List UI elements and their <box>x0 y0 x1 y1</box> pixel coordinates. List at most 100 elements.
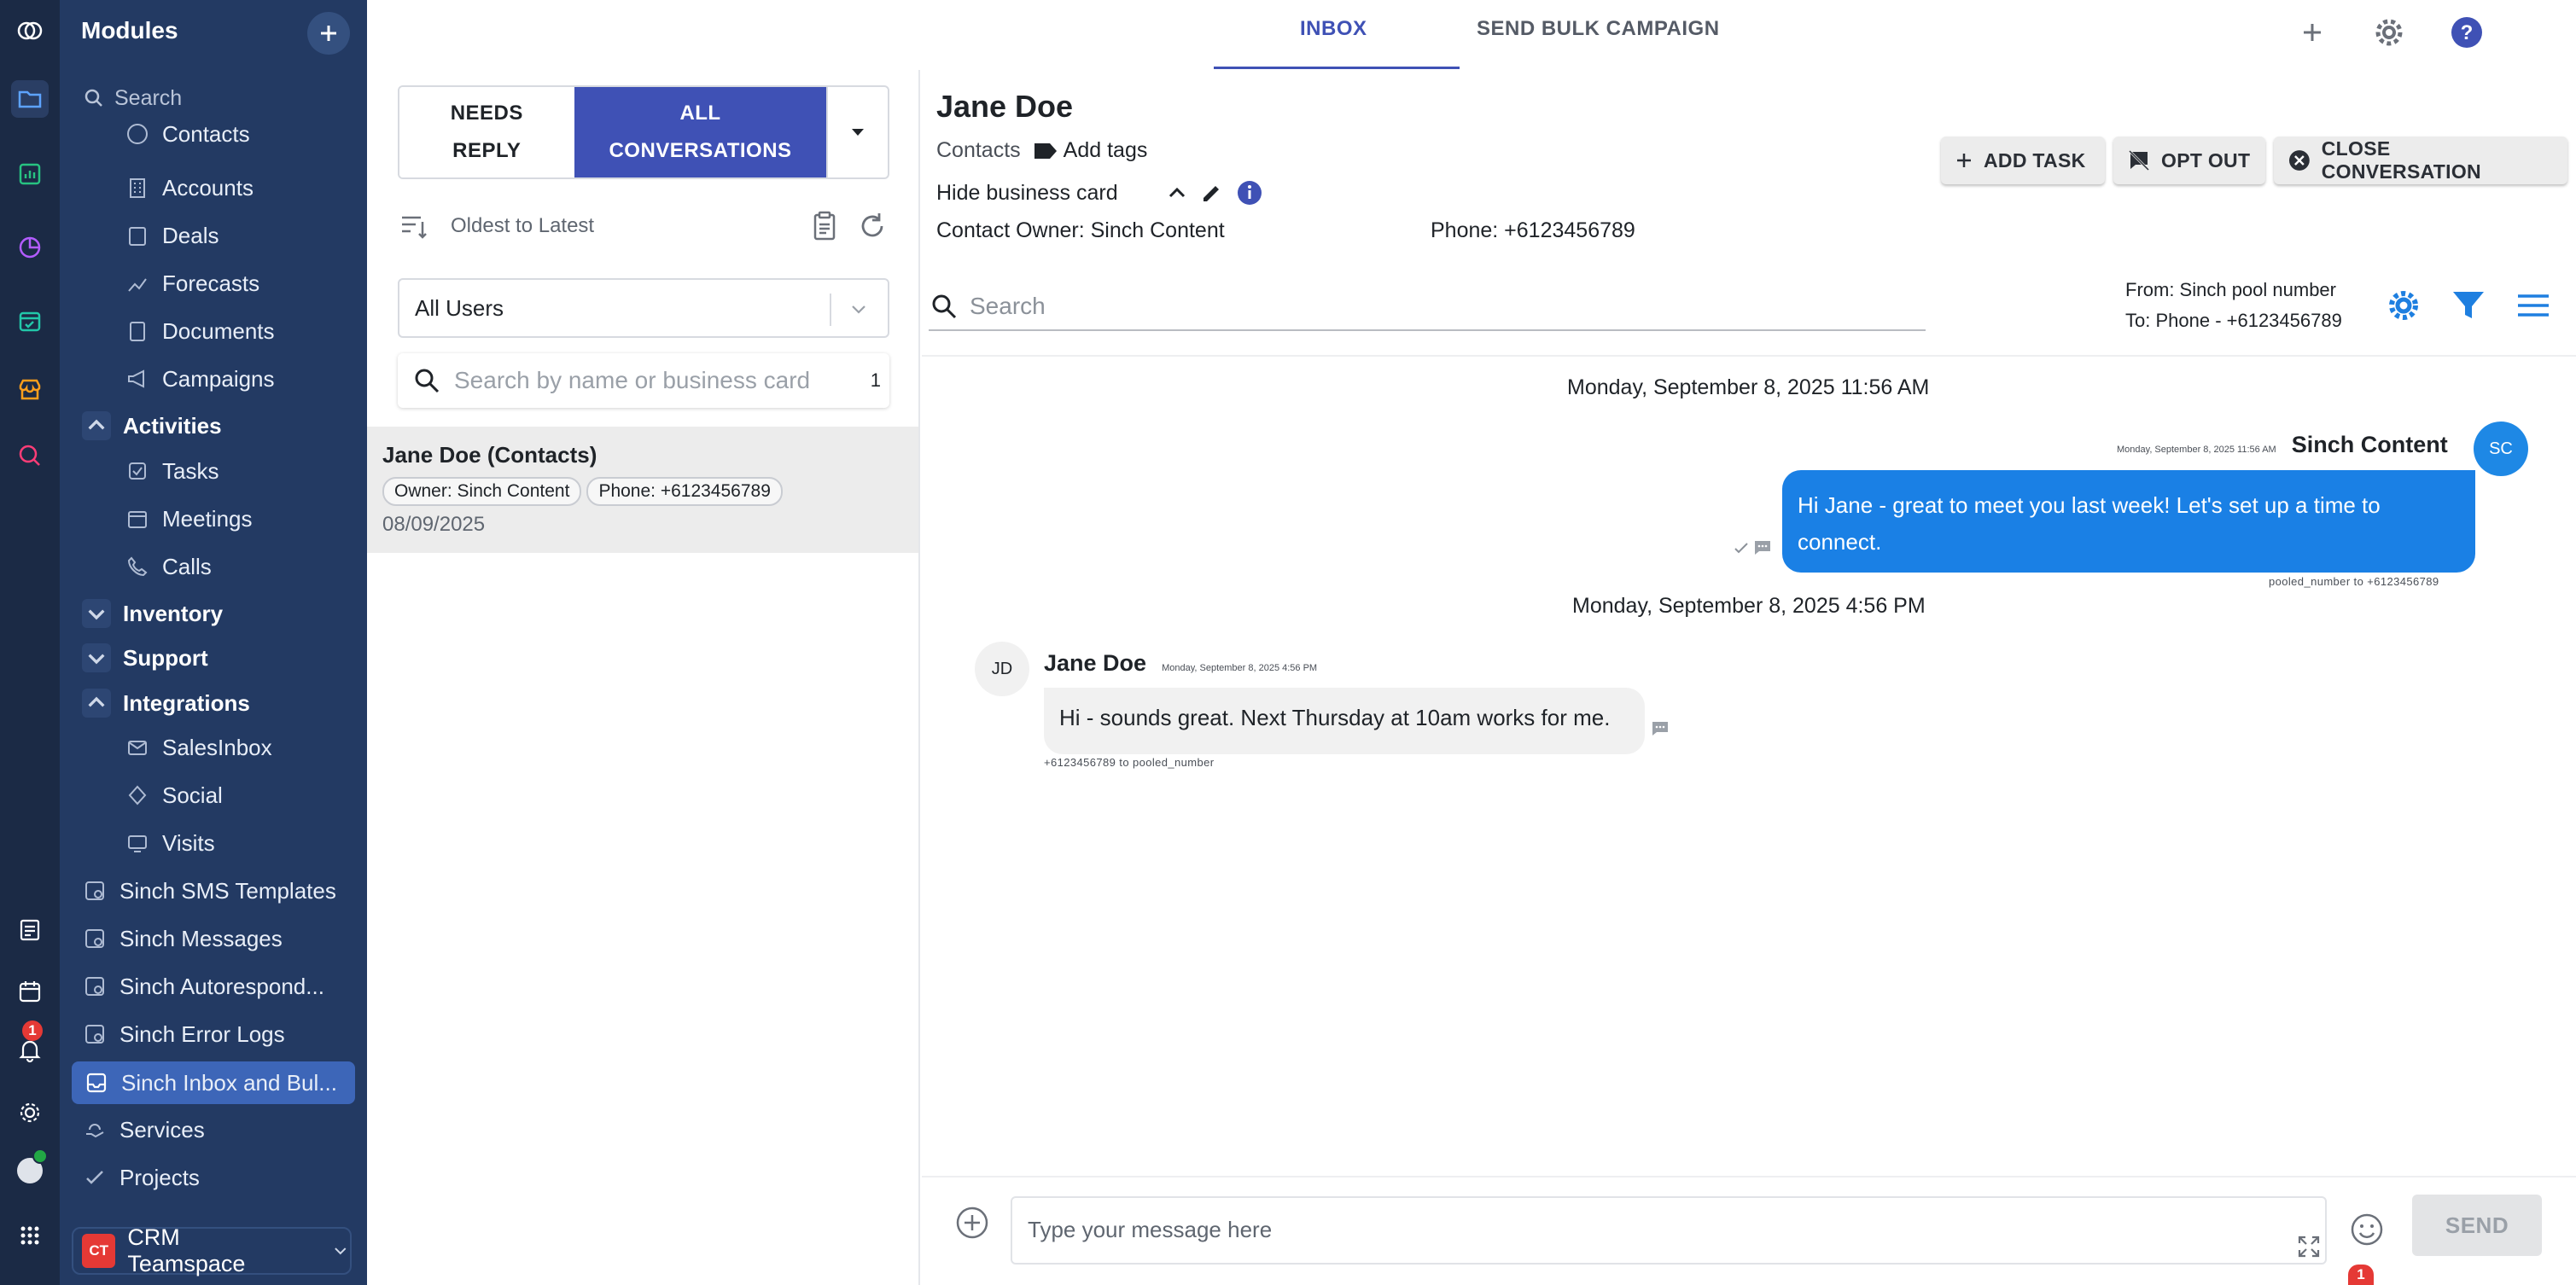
chevron-down-icon <box>335 1247 347 1255</box>
result-count: 1 <box>870 369 881 391</box>
contact-owner: Contact Owner: Sinch Content <box>936 218 1225 242</box>
sidebar-section-support[interactable]: Support <box>82 637 208 679</box>
close-conversation-label: CLOSE CONVERSATION <box>2321 137 2481 183</box>
add-task-button[interactable]: ADD TASK <box>1941 137 2105 184</box>
app-grid-icon[interactable] <box>11 1217 49 1254</box>
app-logo-icon[interactable] <box>11 12 49 49</box>
clipboard-icon[interactable] <box>807 209 842 243</box>
list-item[interactable]: Jane Doe (Contacts) Owner: Sinch Content… <box>367 427 918 553</box>
close-conversation-button[interactable]: CLOSE CONVERSATION <box>2274 137 2567 184</box>
filter-funnel-icon[interactable] <box>2446 283 2491 328</box>
sidebar-item-label: Forecasts <box>162 270 260 296</box>
sort-label[interactable]: Oldest to Latest <box>451 214 594 238</box>
caret-down-icon <box>852 129 865 136</box>
sidebar-section-inventory[interactable]: Inventory <box>82 592 223 635</box>
services-icon <box>86 1124 104 1138</box>
send-button[interactable]: SEND <box>2412 1195 2542 1256</box>
chevron-up-icon[interactable] <box>1166 182 1188 204</box>
expand-icon[interactable] <box>2296 1234 2322 1264</box>
calendar-check-icon[interactable] <box>11 302 49 340</box>
sidebar-item-social[interactable]: Social <box>125 774 223 817</box>
add-tags-button[interactable]: Add tags <box>1033 138 1147 163</box>
sidebar-item-forecasts[interactable]: Forecasts <box>125 262 259 305</box>
sidebar-section-integrations[interactable]: Integrations <box>82 682 250 724</box>
sidebar-item-tasks[interactable]: Tasks <box>125 450 219 492</box>
help-icon[interactable]: ? <box>2448 14 2486 51</box>
message-input[interactable]: Type your message here <box>1011 1196 2327 1265</box>
filter-dropdown-button[interactable] <box>826 87 888 177</box>
store-icon[interactable] <box>11 370 49 408</box>
info-icon[interactable] <box>1236 179 1263 206</box>
gear-icon[interactable] <box>11 1094 49 1131</box>
tab-send-bulk-campaign[interactable]: SEND BULK CAMPAIGN <box>1477 17 1720 41</box>
sidebar-search[interactable]: Search <box>84 81 340 115</box>
opt-out-button[interactable]: OPT OUT <box>2113 137 2265 184</box>
sidebar-item-sinch-error-logs[interactable]: Sinch Error Logs <box>82 1013 285 1055</box>
all-conversations-button[interactable]: ALL CONVERSATIONS <box>574 87 827 177</box>
sidebar-item-calls[interactable]: Calls <box>125 545 212 588</box>
hide-business-card-link[interactable]: Hide business card <box>936 181 1118 206</box>
sidebar-item-label: Social <box>162 782 223 808</box>
conversation-search-input[interactable]: Search by name or business card 1 <box>398 353 889 408</box>
sort-row: Oldest to Latest <box>398 205 889 247</box>
folder-icon[interactable] <box>11 80 49 118</box>
message-search-input[interactable]: Search <box>929 283 1926 331</box>
refresh-icon[interactable] <box>855 209 889 243</box>
search-icon <box>85 89 102 107</box>
sidebar-item-campaigns[interactable]: Campaigns <box>125 358 275 400</box>
sidebar-item-documents[interactable]: Documents <box>125 310 275 352</box>
contact-module-link[interactable]: Contacts <box>936 138 1021 163</box>
message-timestamp: Monday, September 8, 2025 11:56 AM <box>2117 445 2276 455</box>
analytics-icon[interactable] <box>11 155 49 193</box>
message-meta: Monday, September 8, 2025 11:56 AM Sinch… <box>2117 432 2448 458</box>
tag-icon <box>1034 142 1057 159</box>
needs-reply-button[interactable]: NEEDS REPLY <box>399 87 574 177</box>
sidebar-item-sinch-sms-templates[interactable]: Sinch SMS Templates <box>82 869 336 912</box>
chevron-up-icon <box>82 411 111 440</box>
add-module-button[interactable] <box>307 12 350 55</box>
add-icon[interactable] <box>2293 14 2331 51</box>
sidebar-item-label: Documents <box>162 317 275 344</box>
sms-icon <box>1652 722 1668 736</box>
sidebar-item-contacts[interactable]: Contacts <box>125 119 250 148</box>
conversation-settings-gear-icon[interactable] <box>2381 283 2426 328</box>
needs-reply-label: NEEDS REPLY <box>450 102 523 162</box>
emoji-icon[interactable] <box>2349 1212 2385 1252</box>
divider <box>922 1176 2576 1177</box>
teamspace-switcher[interactable]: CT CRM Teamspace <box>72 1224 352 1276</box>
sort-icon[interactable] <box>398 210 430 242</box>
sidebar-item-sinch-messages[interactable]: Sinch Messages <box>82 917 283 960</box>
attach-add-icon[interactable] <box>954 1205 990 1245</box>
sidebar-item-deals[interactable]: Deals <box>125 214 219 257</box>
edit-pencil-icon[interactable] <box>1198 179 1226 206</box>
search-analytics-icon[interactable] <box>11 437 49 474</box>
sidebar-section-activities[interactable]: Activities <box>82 404 222 447</box>
contact-name[interactable]: Jane Doe <box>936 89 1073 125</box>
all-conversations-label: ALL CONVERSATIONS <box>609 102 792 162</box>
sidebar-item-sinch-autoresponders[interactable]: Sinch Autorespond... <box>82 965 324 1008</box>
sidebar-item-label: Tasks <box>162 457 219 484</box>
tab-inbox[interactable]: INBOX <box>1300 17 1367 41</box>
sidebar-section-label: Inventory <box>123 600 224 626</box>
user-filter-select[interactable]: All Users <box>398 278 889 338</box>
phone-icon <box>127 556 148 577</box>
settings-gear-icon[interactable] <box>2370 14 2408 51</box>
sidebar-item-visits[interactable]: Visits <box>125 822 215 864</box>
reports-pie-icon[interactable] <box>11 229 49 266</box>
sidebar-item-label: Services <box>119 1116 205 1143</box>
online-status-icon <box>32 1148 48 1164</box>
sidebar-item-sinch-inbox[interactable]: Sinch Inbox and Bul... <box>72 1061 355 1104</box>
sidebar-item-services[interactable]: Services <box>82 1108 205 1151</box>
mail-icon <box>128 741 147 755</box>
sidebar-item-meetings[interactable]: Meetings <box>125 497 253 540</box>
sidebar-item-projects[interactable]: Projects <box>82 1156 200 1199</box>
modules-sidebar: Modules Search Contacts Accounts Deals F… <box>60 0 367 1285</box>
sidebar-item-accounts[interactable]: Accounts <box>125 166 254 209</box>
sidebar-item-salesinbox[interactable]: SalesInbox <box>125 726 272 769</box>
conversation-list-pane: NEEDS REPLY ALL CONVERSATIONS Oldest to … <box>367 70 920 1285</box>
menu-icon[interactable] <box>2511 283 2556 328</box>
sms-icon <box>1755 541 1770 555</box>
chevron-down-icon <box>82 599 111 628</box>
calendar-icon[interactable] <box>11 973 49 1010</box>
notes-icon[interactable] <box>11 911 49 949</box>
